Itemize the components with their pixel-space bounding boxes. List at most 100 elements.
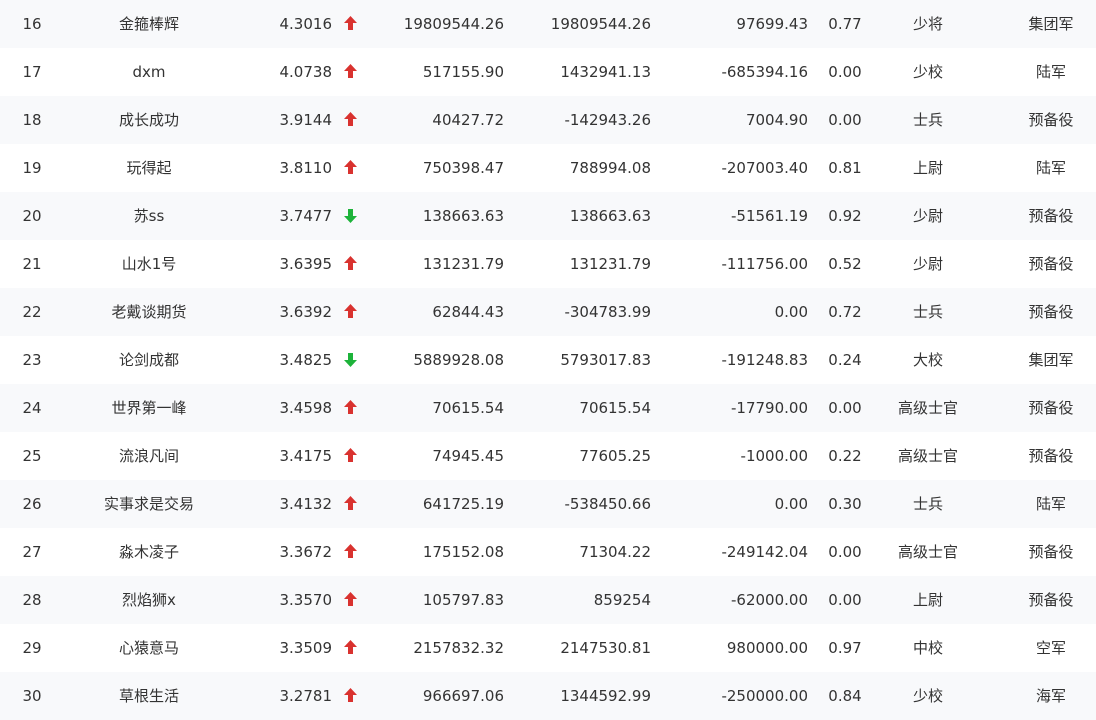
ratio-value: 0.22: [828, 447, 862, 465]
ratio-value: 0.00: [828, 111, 862, 129]
trader-name[interactable]: dxm: [80, 48, 218, 96]
score-value: 3.4825: [279, 351, 333, 369]
branch-label: 预备役: [1028, 447, 1074, 465]
value-col-1: 2157832.32: [413, 639, 504, 657]
rank-cell: 22: [22, 303, 42, 321]
military-rank: 高级士官: [897, 447, 958, 465]
ratio-value: 0.97: [828, 639, 862, 657]
value-col-1: 105797.83: [422, 591, 504, 609]
ratio-value: 0.77: [828, 15, 862, 33]
trader-name[interactable]: 流浪凡间: [80, 432, 218, 480]
table-row[interactable]: 27 淼木凌子 3.3672 175152.08 71304.22 -249142.04 0…: [0, 528, 1096, 576]
value-col-2: -142943.26: [564, 111, 651, 129]
score-value: 3.6395: [279, 255, 333, 273]
table-row[interactable]: 17 dxm 4.0738 517155.90 1432941.13 -685394.16…: [0, 48, 1096, 96]
trader-name[interactable]: 草根生活: [80, 672, 218, 720]
score-value: 3.6392: [279, 303, 333, 321]
value-col-3: 0.00: [774, 303, 808, 321]
rank-cell: 23: [22, 351, 42, 369]
arrow-up-icon: [341, 576, 359, 624]
value-col-1: 138663.63: [422, 207, 504, 225]
branch-label: 预备役: [1028, 207, 1074, 225]
value-col-3: -685394.16: [721, 63, 808, 81]
trader-name[interactable]: 金箍棒辉: [80, 0, 218, 48]
trader-name[interactable]: 烈焰狮x: [80, 576, 218, 624]
value-col-3: -111756.00: [721, 255, 808, 273]
arrow-up-icon: [341, 0, 359, 48]
table-row[interactable]: 30 草根生活 3.2781 966697.06 1344592.99 -250000.0…: [0, 672, 1096, 720]
rank-cell: 28: [22, 591, 42, 609]
table-row[interactable]: 24 世界第一峰 3.4598 70615.54 70615.54 -17790.00 0.…: [0, 384, 1096, 432]
value-col-2: 2147530.81: [560, 639, 651, 657]
military-rank: 少校: [912, 63, 943, 81]
value-col-1: 131231.79: [422, 255, 504, 273]
table-row[interactable]: 28 烈焰狮x 3.3570 105797.83 859254 -62000.00 0.00…: [0, 576, 1096, 624]
value-col-2: 70615.54: [579, 399, 651, 417]
value-col-3: 0.00: [774, 495, 808, 513]
branch-label: 海军: [1035, 687, 1066, 705]
trader-name[interactable]: 世界第一峰: [80, 384, 218, 432]
ratio-value: 0.00: [828, 63, 862, 81]
trader-name[interactable]: 淼木凌子: [80, 528, 218, 576]
table-row[interactable]: 25 流浪凡间 3.4175 74945.45 77605.25 -1000.00 0.22…: [0, 432, 1096, 480]
trader-name[interactable]: 玩得起: [80, 144, 218, 192]
arrow-up-icon: [341, 432, 359, 480]
branch-label: 陆军: [1035, 159, 1066, 177]
table-row[interactable]: 20 苏ss 3.7477 138663.63 138663.63 -51561.19 0.…: [0, 192, 1096, 240]
rank-cell: 27: [22, 543, 42, 561]
military-rank: 大校: [912, 351, 943, 369]
value-col-3: 97699.43: [736, 15, 808, 33]
table-row[interactable]: 26 实事求是交易 3.4132 641725.19 -538450.66 0.00 0.3…: [0, 480, 1096, 528]
military-rank: 士兵: [912, 111, 943, 129]
arrow-up-icon: [341, 624, 359, 672]
ratio-value: 0.92: [828, 207, 862, 225]
rank-cell: 19: [22, 159, 42, 177]
score-value: 3.4132: [279, 495, 333, 513]
table-row[interactable]: 18 成长成功 3.9144 40427.72 -142943.26 7004.90 0.0…: [0, 96, 1096, 144]
trader-name[interactable]: 成长成功: [80, 96, 218, 144]
value-col-3: -1000.00: [740, 447, 808, 465]
ratio-value: 0.52: [828, 255, 862, 273]
arrow-up-icon: [341, 288, 359, 336]
trader-name[interactable]: 山水1号: [80, 240, 218, 288]
value-col-2: -538450.66: [564, 495, 651, 513]
value-col-3: -207003.40: [721, 159, 808, 177]
score-value: 3.9144: [279, 111, 333, 129]
score-value: 3.7477: [279, 207, 333, 225]
trader-name[interactable]: 苏ss: [80, 192, 218, 240]
table-row[interactable]: 23 论剑成都 3.4825 5889928.08 5793017.83 -191248.…: [0, 336, 1096, 384]
trader-name[interactable]: 论剑成都: [80, 336, 218, 384]
table-row[interactable]: 22 老戴谈期货 3.6392 62844.43 -304783.99 0.00 0.72 士…: [0, 288, 1096, 336]
value-col-1: 70615.54: [432, 399, 504, 417]
rank-cell: 30: [22, 687, 42, 705]
trader-name[interactable]: 实事求是交易: [80, 480, 218, 528]
military-rank: 上尉: [912, 159, 943, 177]
value-col-1: 641725.19: [422, 495, 504, 513]
table-row[interactable]: 29 心猿意马 3.3509 2157832.32 2147530.81 980000.0…: [0, 624, 1096, 672]
value-col-1: 19809544.26: [403, 15, 504, 33]
rank-cell: 26: [22, 495, 42, 513]
branch-label: 预备役: [1028, 111, 1074, 129]
table-row[interactable]: 16 金箍棒辉 4.3016 19809544.26 19809544.26 97699.…: [0, 0, 1096, 48]
branch-label: 预备役: [1028, 591, 1074, 609]
ratio-value: 0.84: [828, 687, 862, 705]
value-col-3: 7004.90: [745, 111, 808, 129]
arrow-up-icon: [341, 528, 359, 576]
trader-name[interactable]: 老戴谈期货: [80, 288, 218, 336]
arrow-up-icon: [341, 480, 359, 528]
arrow-down-icon: [341, 336, 359, 384]
table-row[interactable]: 19 玩得起 3.8110 750398.47 788994.08 -207003.40 0…: [0, 144, 1096, 192]
table-row[interactable]: 21 山水1号 3.6395 131231.79 131231.79 -111756.00…: [0, 240, 1096, 288]
score-value: 3.4175: [279, 447, 333, 465]
arrow-up-icon: [341, 384, 359, 432]
branch-label: 陆军: [1035, 63, 1066, 81]
ratio-value: 0.24: [828, 351, 862, 369]
value-col-3: -191248.83: [721, 351, 808, 369]
score-value: 4.0738: [279, 63, 333, 81]
branch-label: 空军: [1035, 639, 1066, 657]
ratio-value: 0.00: [828, 543, 862, 561]
rank-cell: 16: [22, 15, 42, 33]
trader-name[interactable]: 心猿意马: [80, 624, 218, 672]
branch-label: 预备役: [1028, 255, 1074, 273]
value-col-3: -17790.00: [731, 399, 808, 417]
